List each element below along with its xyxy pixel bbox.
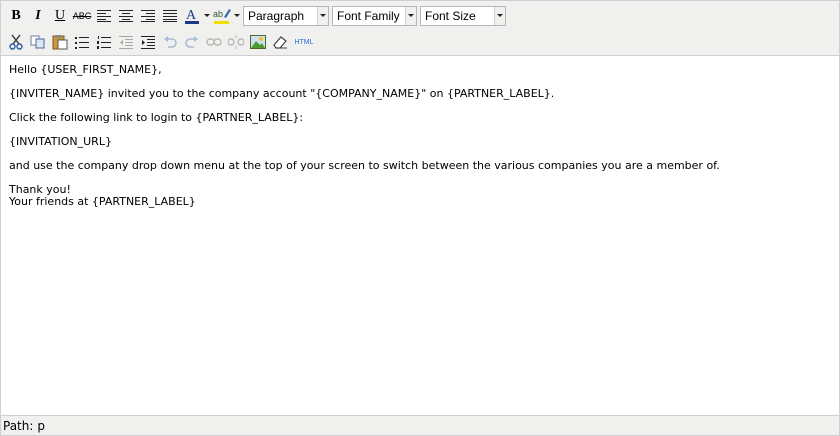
bold-icon: B	[11, 8, 21, 23]
chevron-down-icon	[405, 7, 416, 25]
outdent-icon	[119, 35, 133, 49]
highlight-color-icon: ab	[213, 9, 231, 24]
indent-button[interactable]	[137, 31, 159, 53]
text-color-button[interactable]: A	[181, 5, 203, 27]
invite-paragraph: {INVITER_NAME} invited you to the compan…	[9, 87, 555, 100]
strikethrough-icon: ABC	[72, 11, 92, 21]
path-label: Path:	[3, 418, 34, 433]
text-color-picker[interactable]: A	[181, 5, 211, 27]
outdent-button[interactable]	[115, 31, 137, 53]
redo-button[interactable]	[181, 31, 203, 53]
chevron-down-icon	[234, 14, 240, 17]
align-justify-icon	[163, 10, 177, 22]
copy-icon	[30, 35, 45, 49]
underline-icon: U	[54, 8, 66, 23]
eraser-button[interactable]	[269, 31, 291, 53]
editor-toolbar: B I U ABC A ab Paragraph Font Family Fon…	[1, 1, 839, 56]
unlink-icon	[228, 35, 244, 49]
font-size-select[interactable]: Font Size	[420, 6, 506, 26]
paste-icon	[52, 35, 68, 50]
numbered-list-icon	[97, 35, 111, 49]
svg-text:ab: ab	[213, 9, 223, 19]
highlight-color-arrow[interactable]	[233, 5, 241, 27]
copy-button[interactable]	[27, 31, 49, 53]
underline-button[interactable]: U	[49, 5, 71, 27]
align-right-button[interactable]	[137, 5, 159, 27]
cut-icon	[9, 34, 23, 50]
login-instruction-paragraph: Click the following link to login to {PA…	[9, 111, 304, 124]
chevron-down-icon	[494, 7, 505, 25]
signature-line: Your friends at {PARTNER_LABEL}	[9, 195, 196, 208]
switch-company-paragraph: and use the company drop down menu at th…	[9, 159, 720, 172]
italic-icon: I	[35, 8, 41, 23]
svg-text:A: A	[186, 8, 197, 23]
align-left-icon	[97, 10, 111, 22]
text-color-arrow[interactable]	[203, 5, 211, 27]
image-icon	[250, 35, 266, 49]
align-right-icon	[141, 10, 155, 22]
text-color-icon: A	[185, 8, 199, 24]
strikethrough-button[interactable]: ABC	[71, 5, 93, 27]
numbered-list-button[interactable]	[93, 31, 115, 53]
unlink-button[interactable]	[225, 31, 247, 53]
undo-icon	[164, 35, 177, 48]
rich-text-editor: B I U ABC A ab Paragraph Font Family Fon…	[0, 0, 840, 436]
bold-button[interactable]: B	[5, 5, 27, 27]
image-button[interactable]	[247, 31, 269, 53]
redo-icon	[185, 35, 198, 48]
editor-statusbar: Path: p	[1, 415, 839, 435]
font-size-select-value: Font Size	[425, 9, 476, 23]
font-family-select-value: Font Family	[337, 9, 400, 23]
chevron-down-icon	[317, 7, 328, 25]
align-center-button[interactable]	[115, 5, 137, 27]
editor-content-area[interactable]: Hello {USER_FIRST_NAME}, {INVITER_NAME} …	[1, 56, 839, 414]
align-left-button[interactable]	[93, 5, 115, 27]
bullet-list-button[interactable]	[71, 31, 93, 53]
bullet-list-icon	[75, 36, 89, 49]
format-select-value: Paragraph	[248, 9, 305, 23]
eraser-icon	[273, 36, 287, 49]
invitation-url-paragraph: {INVITATION_URL}	[9, 135, 112, 148]
link-button[interactable]	[203, 31, 225, 53]
cut-button[interactable]	[5, 31, 27, 53]
italic-button[interactable]: I	[27, 5, 49, 27]
link-icon	[206, 38, 222, 46]
greeting-paragraph: Hello {USER_FIRST_NAME},	[9, 63, 162, 76]
indent-icon	[141, 35, 155, 49]
format-select[interactable]: Paragraph	[243, 6, 329, 26]
html-source-icon: HTML	[294, 38, 314, 46]
align-center-icon	[119, 10, 133, 22]
font-family-select[interactable]: Font Family	[332, 6, 417, 26]
toolbar-row-1: B I U ABC A ab Paragraph Font Family Fon…	[5, 4, 509, 28]
undo-button[interactable]	[159, 31, 181, 53]
html-source-button[interactable]: HTML	[291, 31, 317, 53]
path-value[interactable]: p	[37, 419, 45, 433]
paste-button[interactable]	[49, 31, 71, 53]
align-justify-button[interactable]	[159, 5, 181, 27]
highlight-color-button[interactable]: ab	[211, 5, 233, 27]
toolbar-row-2: HTML	[5, 30, 317, 54]
highlight-color-picker[interactable]: ab	[211, 5, 241, 27]
chevron-down-icon	[204, 14, 210, 17]
